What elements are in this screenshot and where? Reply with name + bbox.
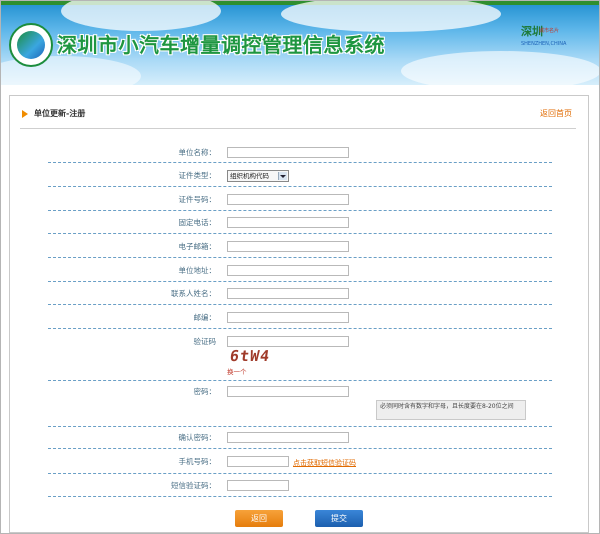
- cert-type-select[interactable]: 组织机构代码: [227, 170, 289, 182]
- section-title: 单位更新-注册: [34, 109, 86, 118]
- password-tip: 必须同时含有数字和字母，且长度要在8-20位之间: [376, 400, 526, 420]
- address-label: 单位地址：: [178, 266, 217, 275]
- sms-code-label: 短信验证码：: [171, 481, 216, 490]
- password-input[interactable]: [227, 386, 349, 397]
- postcode-label: 邮编：: [193, 313, 217, 322]
- captcha-label: 验证码: [193, 337, 217, 346]
- confirm-password-label: 确认密码：: [178, 433, 217, 442]
- form-row-divider: [48, 473, 552, 474]
- system-logo-icon: [9, 23, 53, 67]
- confirm-password-input[interactable]: [227, 432, 349, 443]
- sms-code-input[interactable]: [227, 480, 289, 491]
- mobile-input[interactable]: [227, 456, 289, 467]
- email-input[interactable]: [227, 241, 349, 252]
- divider: [20, 128, 576, 129]
- form-row-divider: [48, 304, 552, 305]
- cert-number-input[interactable]: [227, 194, 349, 205]
- captcha-input[interactable]: [227, 336, 349, 347]
- back-home-link[interactable]: 返回首页: [540, 108, 572, 119]
- form-row-divider: [48, 281, 552, 282]
- form-row-divider: [48, 257, 552, 258]
- cert-number-label: 证件号码：: [178, 195, 217, 204]
- form-row-divider: [48, 426, 552, 427]
- cloud-decoration: [61, 1, 221, 31]
- form-row-divider: [48, 328, 552, 329]
- header-banner: 深圳市小汽车增量调控管理信息系统 深圳 城市名片 SHENZHEN,CHINA: [1, 1, 599, 85]
- shenzhen-logo-en: SHENZHEN,CHINA: [521, 41, 567, 47]
- mobile-label: 手机号码：: [178, 457, 217, 466]
- cloud-decoration: [281, 1, 501, 32]
- phone-input[interactable]: [227, 217, 349, 228]
- page-frame: 深圳市小汽车增量调控管理信息系统 深圳 城市名片 SHENZHEN,CHINA …: [0, 0, 600, 534]
- cert-type-label: 证件类型：: [178, 171, 217, 180]
- contact-name-label: 联系人姓名：: [171, 289, 216, 298]
- form-row-divider: [48, 162, 552, 163]
- cloud-decoration: [401, 51, 599, 85]
- get-sms-code-link[interactable]: 点击获取短信验证码: [293, 458, 356, 468]
- contact-name-input[interactable]: [227, 288, 349, 299]
- arrow-right-icon: [22, 110, 28, 118]
- cert-type-value: 组织机构代码: [230, 172, 269, 180]
- back-button[interactable]: 返回: [235, 510, 283, 527]
- phone-label: 固定电话：: [178, 218, 217, 227]
- unit-name-label: 单位名称：: [178, 148, 217, 157]
- form-row-divider: [48, 380, 552, 381]
- form-row-divider: [48, 210, 552, 211]
- unit-name-input[interactable]: [227, 147, 349, 158]
- password-label: 密码：: [193, 387, 217, 396]
- postcode-input[interactable]: [227, 312, 349, 323]
- submit-button[interactable]: 提交: [315, 510, 363, 527]
- shenzhen-logo-sub: 城市名片: [539, 28, 560, 34]
- chevron-down-icon: [278, 172, 287, 180]
- email-label: 电子邮箱：: [178, 242, 217, 251]
- captcha-refresh-link[interactable]: 换一个: [227, 366, 247, 376]
- form-row-divider: [48, 186, 552, 187]
- form-row-divider: [48, 448, 552, 449]
- form-row-divider: [48, 233, 552, 234]
- address-input[interactable]: [227, 265, 349, 276]
- form-panel: 单位更新-注册 返回首页 单位名称： 证件类型： 组织机构代码 证件号码： 固定…: [9, 95, 589, 533]
- captcha-image[interactable]: 6tW4: [229, 347, 272, 365]
- form-row-divider: [48, 496, 552, 497]
- system-title: 深圳市小汽车增量调控管理信息系统: [57, 33, 385, 57]
